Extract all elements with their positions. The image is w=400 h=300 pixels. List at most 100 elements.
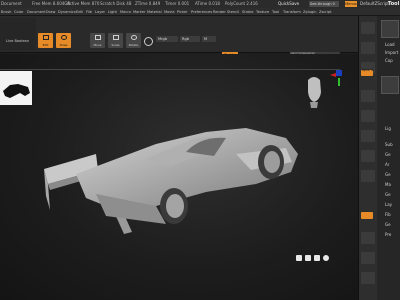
shelf-left-panel bbox=[0, 18, 36, 51]
tool-label-ar[interactable]: Ar bbox=[385, 162, 389, 167]
tool-label-ge-2[interactable]: Ge bbox=[385, 172, 391, 177]
video-icon[interactable] bbox=[305, 255, 311, 261]
view-navigation-head-icon[interactable] bbox=[300, 74, 326, 114]
tray-button-6[interactable] bbox=[361, 130, 375, 142]
camera-icon[interactable] bbox=[296, 255, 302, 261]
tool-label-lay[interactable]: Lay bbox=[385, 202, 392, 207]
menu-preferences[interactable]: Preferences bbox=[191, 8, 212, 16]
menu-zscript[interactable]: Zscript bbox=[319, 8, 331, 16]
tool-palette-title[interactable]: Tool bbox=[388, 0, 399, 8]
tool-label-fib[interactable]: Fib bbox=[385, 212, 391, 217]
menu-layer[interactable]: Layer bbox=[95, 8, 105, 16]
tray-button-8[interactable] bbox=[361, 170, 375, 182]
menu-draw[interactable]: Draw bbox=[46, 8, 55, 16]
move-label: Move bbox=[93, 43, 102, 47]
solo-button[interactable] bbox=[361, 212, 373, 219]
tool-label-ge-1[interactable]: Ge bbox=[385, 152, 391, 157]
rotate-label: Rotate bbox=[128, 43, 139, 47]
menu-picker[interactable]: Picker bbox=[177, 8, 188, 16]
title-free-mem: Free Mem 8.604GB bbox=[32, 1, 71, 6]
subtool-thumbnail[interactable] bbox=[381, 76, 399, 94]
menu-edit[interactable]: Edit bbox=[76, 8, 83, 16]
menu-macro[interactable]: Macro bbox=[120, 8, 131, 16]
edit-button[interactable]: Edit bbox=[38, 33, 53, 48]
rotate-icon bbox=[130, 35, 137, 40]
draw-label: Draw bbox=[59, 43, 68, 47]
spix-label: Spix 3 bbox=[362, 68, 374, 72]
camera-toolbar bbox=[296, 255, 338, 265]
menus-button[interactable]: Menus bbox=[345, 1, 357, 7]
menu-document[interactable]: Document bbox=[27, 8, 46, 16]
zbrush-window: Document Free Mem 8.604GB Active Mem 870… bbox=[0, 0, 400, 300]
title-timer: Timer 0.001 bbox=[165, 1, 190, 6]
menu-dynamics[interactable]: Dynamics bbox=[58, 8, 76, 16]
see-through-slider[interactable]: See-through 0 bbox=[309, 1, 339, 7]
m-button[interactable]: M bbox=[202, 36, 216, 42]
edit-label: Edit bbox=[42, 43, 49, 47]
menu-material[interactable]: Material bbox=[147, 8, 162, 16]
race-car-model[interactable] bbox=[36, 114, 306, 249]
scale-button[interactable]: Scale bbox=[108, 33, 123, 48]
canvas-viewport[interactable] bbox=[0, 54, 358, 300]
default-zscript-button[interactable]: DefaultZScript bbox=[360, 0, 389, 8]
menu-file[interactable]: File bbox=[86, 8, 92, 16]
menu-marker[interactable]: Marker bbox=[133, 8, 145, 16]
menu-tool[interactable]: Tool bbox=[272, 8, 279, 16]
tray-button-2[interactable] bbox=[361, 42, 375, 54]
scale-label: Scale bbox=[111, 43, 120, 47]
title-scratch-disk: Scratch Disk 48 bbox=[100, 1, 132, 6]
menu-stencil[interactable]: Stencil bbox=[227, 8, 239, 16]
tool-label-ge-3[interactable]: Ge bbox=[385, 192, 391, 197]
settings-gear-icon[interactable] bbox=[323, 255, 329, 261]
tool-label-ma[interactable]: Ma bbox=[385, 182, 391, 187]
tool-label-ge-4[interactable]: Ge bbox=[385, 222, 391, 227]
menu-render[interactable]: Render bbox=[213, 8, 226, 16]
title-active-mem: Active Mem 870 bbox=[67, 1, 100, 6]
rotate-button[interactable]: Rotate bbox=[126, 33, 141, 48]
car-silhouette-icon bbox=[3, 84, 30, 98]
mrgb-button[interactable]: Mrgb bbox=[156, 36, 178, 42]
document-border-line bbox=[0, 69, 340, 70]
menu-stroke[interactable]: Stroke bbox=[242, 8, 253, 16]
edit-icon bbox=[42, 35, 49, 40]
tool-label-cop[interactable]: Cop bbox=[385, 58, 393, 63]
scale-icon bbox=[112, 35, 119, 40]
top-shelf: Live Boolean Edit Draw Move Scale Rotate… bbox=[0, 16, 358, 68]
title-polycount: PolyCount 2.416 bbox=[225, 1, 258, 6]
draw-button[interactable]: Draw bbox=[56, 33, 71, 48]
axis-gizmo-icon[interactable] bbox=[330, 68, 348, 88]
menu-zplugin[interactable]: Zplugin bbox=[303, 8, 317, 16]
tray-button-11[interactable] bbox=[361, 272, 375, 284]
title-ztime: ZTime 0.849 bbox=[135, 1, 161, 6]
tool-label-lig[interactable]: Lig bbox=[385, 126, 391, 131]
tool-label-load[interactable]: Load bbox=[385, 42, 395, 47]
tray-button-7[interactable] bbox=[361, 150, 375, 162]
title-bar: Document Free Mem 8.604GB Active Mem 870… bbox=[0, 0, 400, 8]
quicksave-button[interactable]: QuickSave bbox=[278, 0, 299, 8]
tool-label-import[interactable]: Import bbox=[385, 50, 398, 55]
menu-bar: Brush Color Document Draw Dynamics Edit … bbox=[0, 8, 400, 16]
menu-color[interactable]: Color bbox=[14, 8, 23, 16]
menu-light[interactable]: Light bbox=[108, 8, 117, 16]
tool-preview-thumbnail[interactable] bbox=[381, 20, 399, 38]
menu-texture[interactable]: Texture bbox=[256, 8, 269, 16]
tray-button-10[interactable] bbox=[361, 252, 375, 264]
tray-button-1[interactable] bbox=[361, 22, 375, 34]
record-icon[interactable] bbox=[314, 255, 320, 261]
menu-brush[interactable]: Brush bbox=[1, 8, 11, 16]
right-tray: Load Import Cop Lig Sub Ge Ar Ge Ma Ge L… bbox=[358, 16, 400, 300]
tray-button-9[interactable] bbox=[361, 232, 375, 244]
tool-label-pre[interactable]: Pre bbox=[385, 232, 391, 237]
live-boolean-button[interactable]: Live Boolean bbox=[6, 39, 29, 43]
tray-button-4[interactable] bbox=[361, 90, 375, 102]
draw-pen-icon bbox=[60, 35, 67, 40]
move-button[interactable]: Move bbox=[90, 33, 105, 48]
tray-button-5[interactable] bbox=[361, 110, 375, 122]
tool-label-sub[interactable]: Sub bbox=[385, 142, 393, 147]
material-sphere-icon[interactable] bbox=[144, 37, 153, 46]
rgb-button[interactable]: Rgb bbox=[180, 36, 200, 42]
menu-transform[interactable]: Transform bbox=[283, 8, 301, 16]
tool-thumbnail[interactable] bbox=[0, 71, 32, 105]
title-document: Document bbox=[1, 1, 22, 6]
menu-movie[interactable]: Movie bbox=[164, 8, 175, 16]
